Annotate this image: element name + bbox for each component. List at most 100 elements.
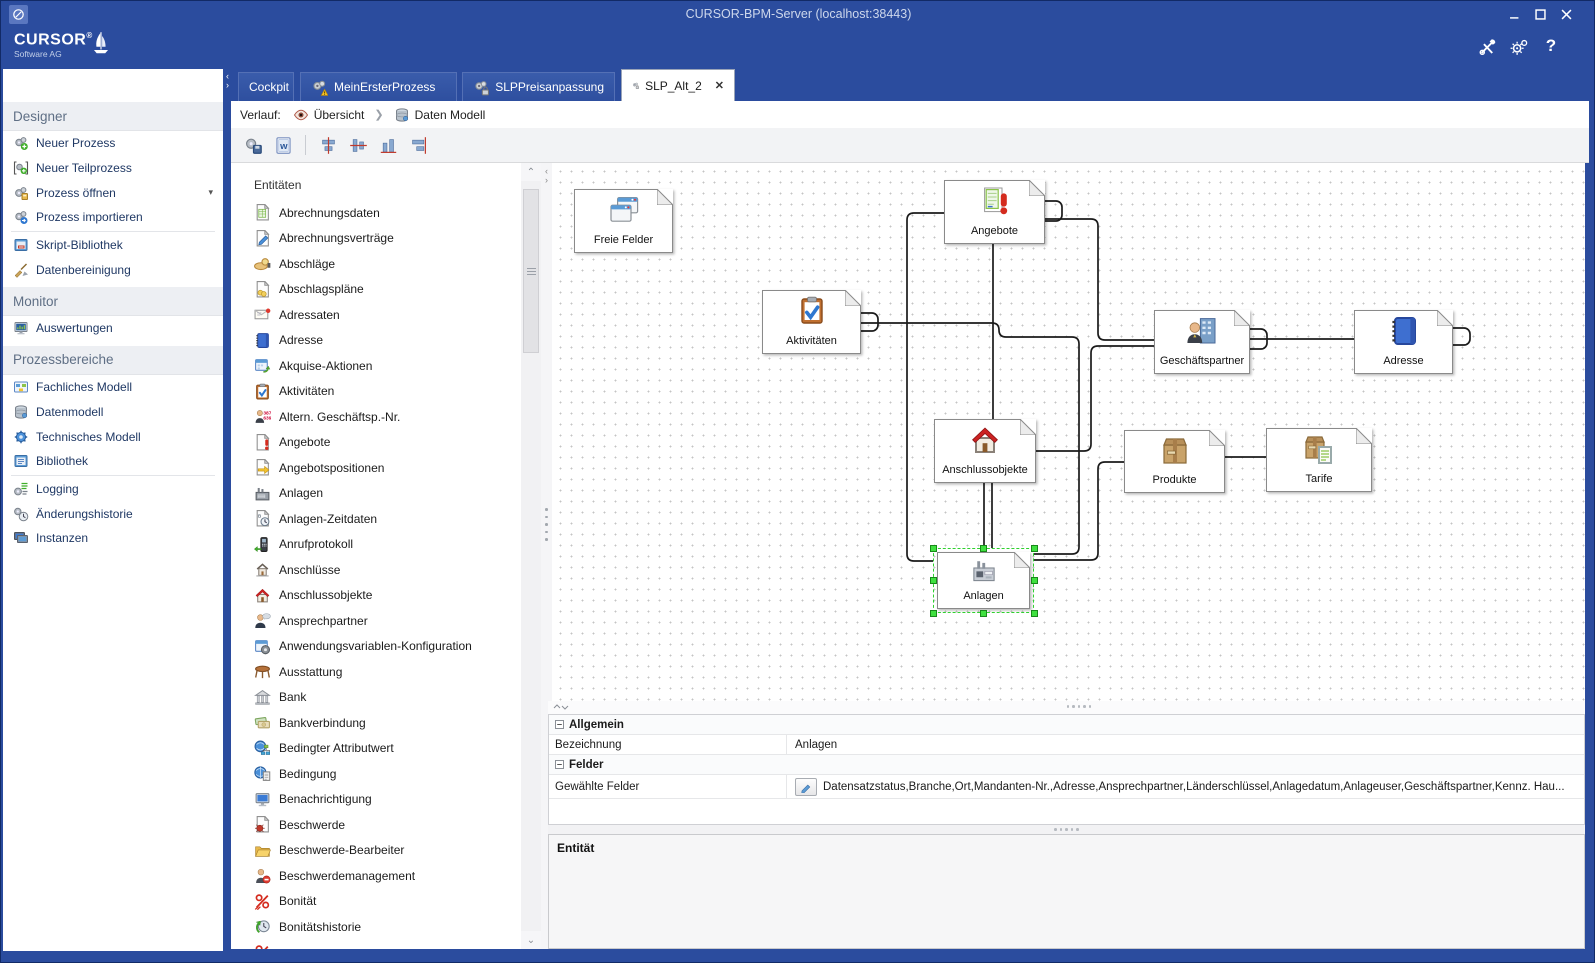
maximize-button[interactable] bbox=[1527, 6, 1553, 23]
align-right-button[interactable] bbox=[406, 133, 430, 157]
entity-item[interactable]: Adresse bbox=[231, 328, 521, 354]
entity-item[interactable]: Anrufprotokoll bbox=[231, 532, 521, 558]
diagram-node-geschaeftspartner[interactable]: Geschäftspartner bbox=[1154, 310, 1250, 374]
diagram-canvas[interactable]: Freie Felder Angebote Aktivitäten Geschäfts… bbox=[552, 163, 1585, 701]
selection-handle[interactable] bbox=[1031, 545, 1038, 552]
connection[interactable] bbox=[1045, 219, 1154, 340]
tab-slppreisanpassung[interactable]: SLPPreisanpassung bbox=[462, 72, 615, 101]
sidebar-item[interactable]: Logging bbox=[3, 477, 223, 502]
entity-item[interactable]: Bank bbox=[231, 685, 521, 711]
entity-item[interactable]: Abrechnungsdaten bbox=[231, 200, 521, 226]
scroll-down-arrow-icon[interactable]: ⌄ bbox=[521, 931, 541, 949]
entity-item[interactable]: Abrechnungsverträge bbox=[231, 226, 521, 252]
align-bottom-button[interactable] bbox=[376, 133, 400, 157]
panel-grip[interactable] bbox=[1067, 705, 1092, 708]
tools-button[interactable] bbox=[1473, 33, 1501, 59]
selection-handle[interactable] bbox=[930, 545, 937, 552]
self-loop[interactable] bbox=[1045, 201, 1062, 221]
entity-item[interactable]: Bedingter Attributwert bbox=[231, 736, 521, 762]
entity-item[interactable]: 387639Altern. Geschäftsp.-Nr. bbox=[231, 404, 521, 430]
tab-slp_alt_2[interactable]: SLP_Alt_2✕ bbox=[621, 69, 735, 101]
scrollbar-thumb[interactable] bbox=[523, 189, 539, 353]
entity-item[interactable]: Bankverbindung bbox=[231, 710, 521, 736]
close-button[interactable] bbox=[1553, 6, 1579, 23]
selection-handle[interactable] bbox=[980, 545, 987, 552]
entity-item[interactable]: Angebote bbox=[231, 430, 521, 456]
diagram-node-produkte[interactable]: Produkte bbox=[1124, 430, 1225, 493]
breadcrumb-item[interactable]: Daten Modell bbox=[394, 107, 486, 123]
selection-rect[interactable] bbox=[933, 548, 1034, 613]
property-group[interactable]: Allgemein bbox=[549, 715, 1584, 735]
entity-item[interactable]: Aktivitäten bbox=[231, 379, 521, 405]
property-group[interactable]: Felder bbox=[549, 755, 1584, 775]
sidebar-item[interactable]: Datenbereinigung bbox=[3, 257, 223, 282]
sidebar-item[interactable]: Neuer Prozess bbox=[3, 131, 223, 156]
entity-item[interactable]: Bedingung bbox=[231, 761, 521, 787]
connection[interactable] bbox=[907, 213, 944, 561]
selection-handle[interactable] bbox=[1031, 610, 1038, 617]
entity-item[interactable]: Adressaten bbox=[231, 302, 521, 328]
settings-button[interactable] bbox=[1505, 33, 1533, 59]
diagram-node-adresse[interactable]: Adresse bbox=[1354, 310, 1453, 374]
entity-item[interactable] bbox=[231, 940, 521, 950]
sidebar-item[interactable]: Auswertungen bbox=[3, 316, 223, 341]
self-loop[interactable] bbox=[861, 313, 878, 331]
sidebar-item[interactable]: Technisches Modell bbox=[3, 424, 223, 449]
entity-item[interactable]: BAnlagen-Zeitdaten bbox=[231, 506, 521, 532]
entity-item[interactable]: Abschläge bbox=[231, 251, 521, 277]
entity-item[interactable]: Benachrichtigung bbox=[231, 787, 521, 813]
minimize-button[interactable] bbox=[1501, 6, 1527, 23]
sidebar-item[interactable]: Datenmodell bbox=[3, 400, 223, 425]
diagram-node-angebote[interactable]: Angebote bbox=[944, 180, 1045, 244]
selection-handle[interactable] bbox=[1031, 577, 1038, 584]
tab-meinersterprozess[interactable]: MeinErsterProzess bbox=[300, 72, 457, 101]
sidebar-collapse-arrows[interactable]: ‹› bbox=[224, 72, 231, 90]
collapse-expand-icons[interactable] bbox=[552, 703, 570, 713]
entity-item[interactable]: Beschwerdemanagement bbox=[231, 863, 521, 889]
edit-fields-button[interactable] bbox=[795, 778, 817, 796]
entity-item[interactable]: Beschwerde bbox=[231, 812, 521, 838]
sidebar-item[interactable]: Neuer Teilprozess bbox=[3, 156, 223, 181]
dropdown-arrow-icon[interactable]: ▾ bbox=[208, 187, 213, 198]
tab-close-icon[interactable]: ✕ bbox=[715, 79, 724, 92]
entity-item[interactable]: Angebotspositionen bbox=[231, 455, 521, 481]
diagram-node-freie-felder[interactable]: Freie Felder bbox=[574, 189, 673, 253]
property-panel-header[interactable] bbox=[548, 701, 1585, 714]
bottom-splitter[interactable] bbox=[548, 825, 1585, 834]
entity-item[interactable]: Anwendungsvariablen-Konfiguration bbox=[231, 634, 521, 660]
sidebar-item[interactable]: Instanzen bbox=[3, 526, 223, 551]
save-button[interactable] bbox=[241, 133, 265, 157]
entity-item[interactable]: Anlagen bbox=[231, 481, 521, 507]
entity-item[interactable]: Anschlussobjekte bbox=[231, 583, 521, 609]
diagram-node-tarife[interactable]: Tarife bbox=[1266, 428, 1372, 492]
entity-item[interactable]: Ausstattung bbox=[231, 659, 521, 685]
diagram-node-anschlussobjekte[interactable]: Anschlussobjekte bbox=[934, 419, 1036, 483]
help-button[interactable]: ? bbox=[1537, 33, 1565, 59]
breadcrumb-item[interactable]: Übersicht bbox=[293, 107, 365, 123]
self-loop[interactable] bbox=[1453, 328, 1470, 345]
selection-handle[interactable] bbox=[930, 577, 937, 584]
sidebar-item[interactable]: Prozess öffnen▾ bbox=[3, 180, 223, 205]
collapse-box-icon[interactable] bbox=[555, 720, 564, 729]
collapse-box-icon[interactable] bbox=[555, 760, 564, 769]
tab-cockpit[interactable]: Cockpit bbox=[238, 72, 294, 101]
entity-item[interactable]: Anschlüsse bbox=[231, 557, 521, 583]
scroll-up-arrow-icon[interactable]: ⌃ bbox=[521, 163, 541, 181]
entity-scrollbar[interactable]: ⌃ ⌄ bbox=[521, 163, 541, 949]
sidebar-item[interactable]: Fachliches Modell bbox=[3, 375, 223, 400]
entity-item[interactable]: Abschlagspläne bbox=[231, 277, 521, 303]
entity-item[interactable]: Akquise-Aktionen bbox=[231, 353, 521, 379]
diagram-node-aktivitaeten[interactable]: Aktivitäten bbox=[762, 290, 861, 354]
sidebar-item[interactable]: Skript-Bibliothek bbox=[3, 233, 223, 258]
selection-handle[interactable] bbox=[930, 610, 937, 617]
splitter-right-arrow-icon[interactable]: › bbox=[541, 176, 552, 185]
sidebar-item[interactable]: Änderungshistorie bbox=[3, 501, 223, 526]
splitter-grip[interactable] bbox=[545, 508, 548, 541]
bottom-splitter-grip[interactable] bbox=[1054, 828, 1079, 831]
selection-handle[interactable] bbox=[980, 610, 987, 617]
align-center-button[interactable] bbox=[316, 133, 340, 157]
align-middle-button[interactable] bbox=[346, 133, 370, 157]
entity-item[interactable]: Ansprechpartner bbox=[231, 608, 521, 634]
entity-item[interactable]: Bonitätshistorie bbox=[231, 914, 521, 940]
sidebar-item[interactable]: Bibliothek bbox=[3, 449, 223, 474]
